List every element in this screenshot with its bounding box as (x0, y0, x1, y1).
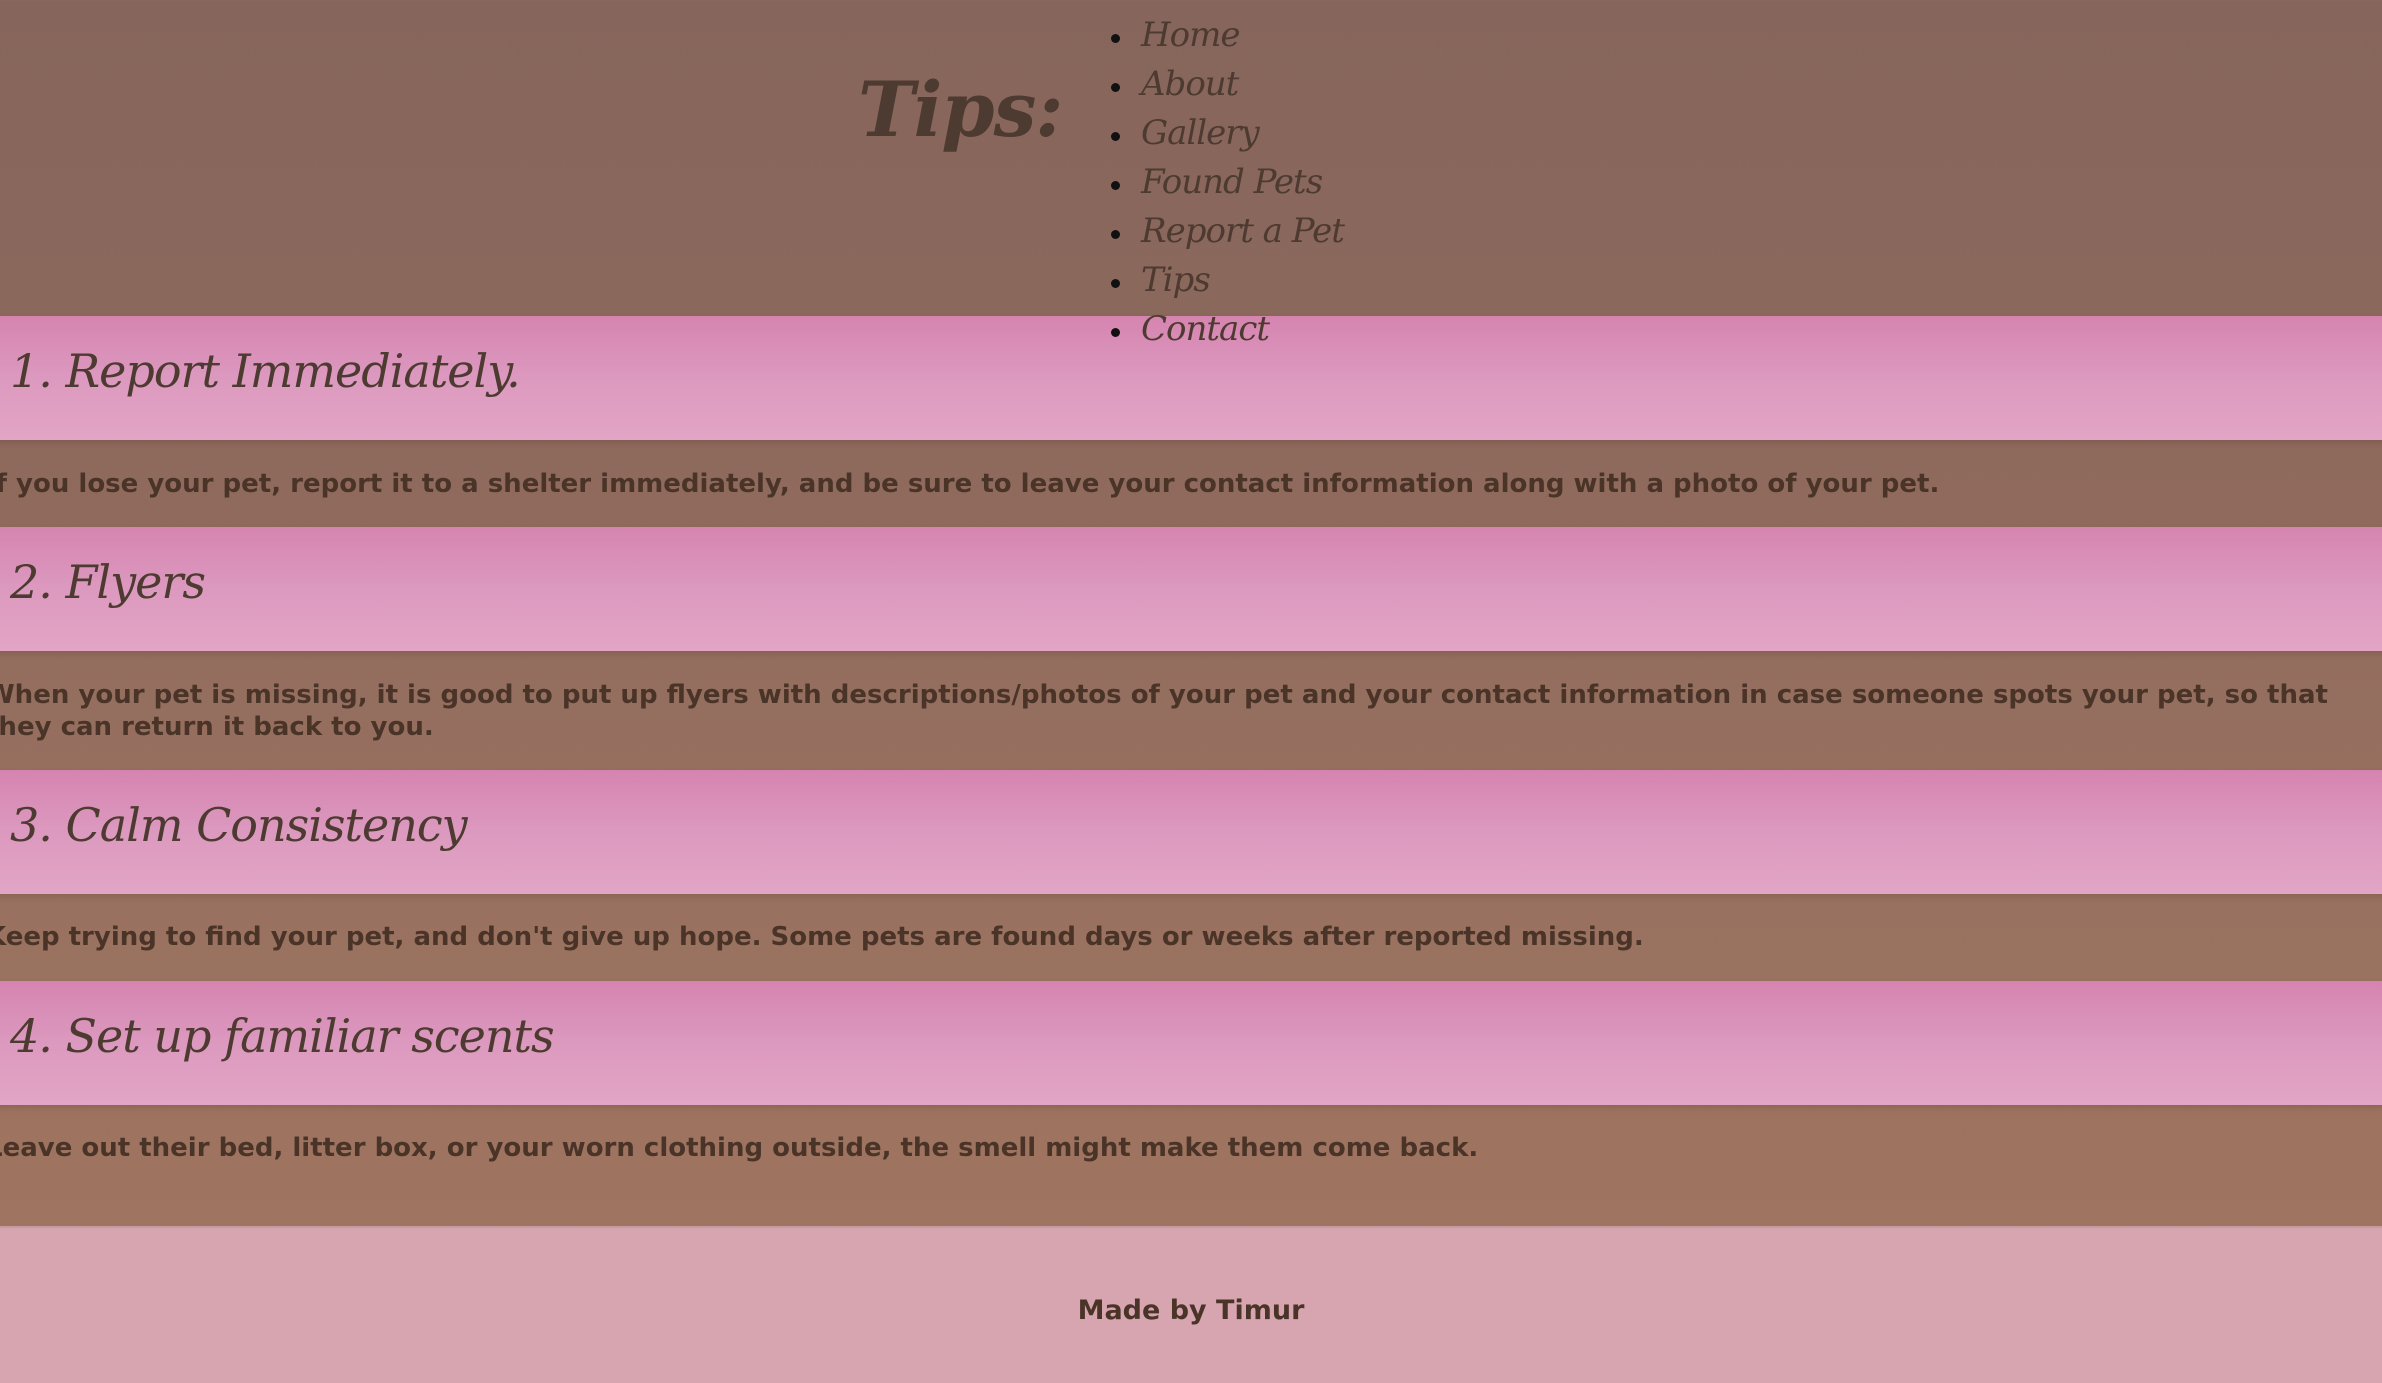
tip-1-text: If you lose your pet, report it to a she… (0, 469, 1940, 499)
page-title: Tips: (858, 65, 1063, 154)
footer: Made by Timur (0, 1226, 2382, 1383)
nav-item-about[interactable]: About (1111, 55, 1344, 104)
nav-item-tips[interactable]: Tips (1111, 251, 1344, 300)
tip-2-text: When your pet is missing, it is good to … (0, 680, 2328, 742)
tip-1-heading: 1. Report Immediately. (10, 344, 521, 398)
nav-item-found-pets[interactable]: Found Pets (1111, 153, 1344, 202)
nav-item-report-a-pet[interactable]: Report a Pet (1111, 202, 1345, 251)
tip-4-heading: 4. Set up familiar scents (10, 1009, 555, 1063)
tip-3-header: 3. Calm Consistency (0, 770, 2382, 894)
nav-item-gallery[interactable]: Gallery (1111, 104, 1344, 153)
nav-item-contact[interactable]: Contact (1111, 300, 1344, 349)
tip-3-text: Keep trying to find your pet, and don't … (0, 922, 1644, 952)
tip-2-header: 2. Flyers (0, 527, 2382, 651)
footer-credit: Made by Timur (1077, 1295, 1305, 1326)
tip-4-header: 4. Set up familiar scents (0, 981, 2382, 1105)
nav-item-home[interactable]: Home (1111, 6, 1344, 55)
tip-3-heading: 3. Calm Consistency (10, 798, 468, 852)
tip-4-text: Leave out their bed, litter box, or your… (0, 1133, 1479, 1163)
tip-2-heading: 2. Flyers (10, 555, 206, 609)
main-nav: Home About Gallery Found Pets Report a P… (1085, 6, 1345, 349)
